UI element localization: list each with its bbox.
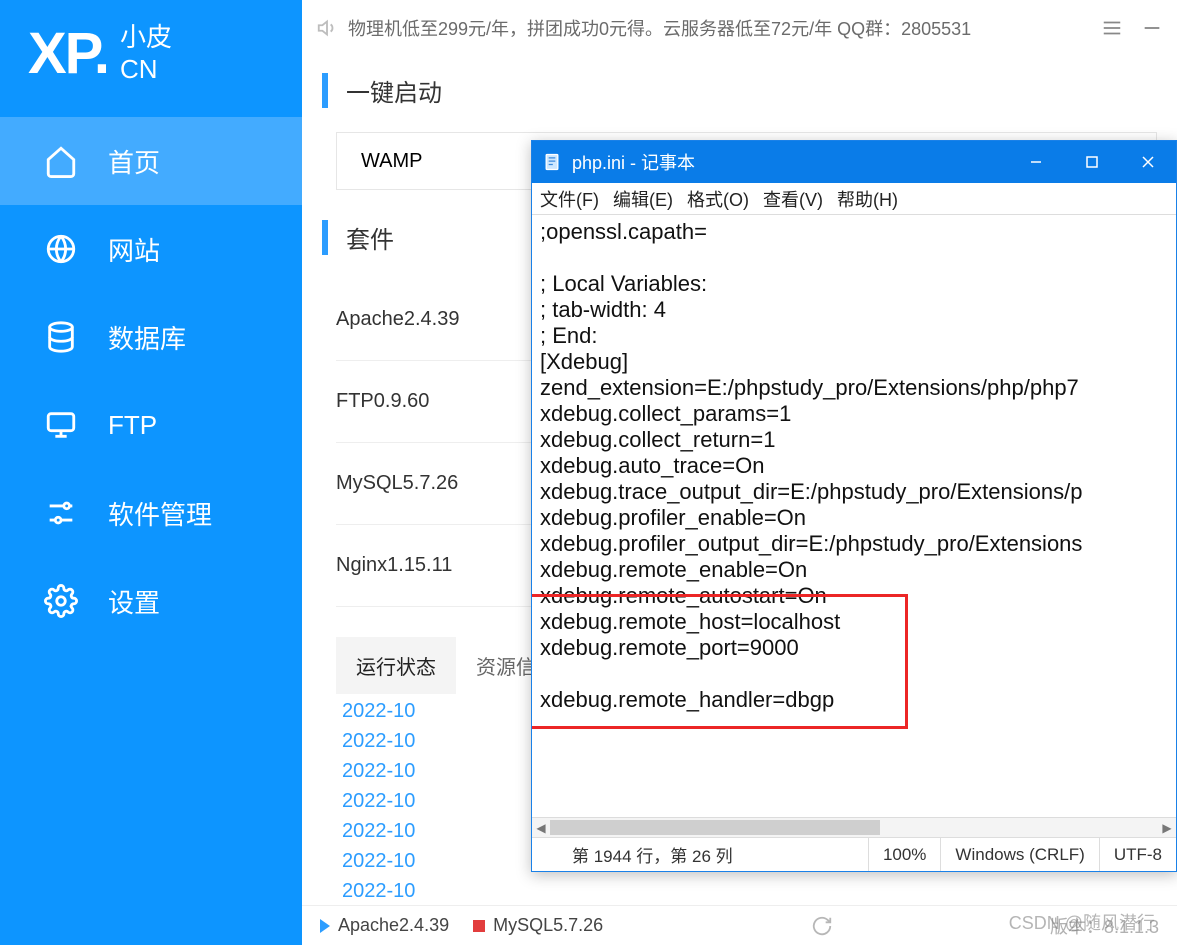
kit-label: Apache2.4.39 bbox=[336, 308, 459, 331]
gear-icon bbox=[44, 584, 78, 618]
menu-icon[interactable] bbox=[1101, 17, 1123, 39]
play-icon bbox=[320, 919, 330, 933]
scroll-right-icon[interactable]: ▶ bbox=[1158, 818, 1176, 837]
monitor-icon bbox=[44, 408, 78, 442]
nav-label: 首页 bbox=[108, 143, 160, 180]
menu-view[interactable]: 查看(V) bbox=[763, 186, 823, 212]
brand-name: XP. bbox=[28, 20, 108, 87]
wamp-label: WAMP bbox=[361, 150, 422, 173]
window-maximize-button[interactable] bbox=[1064, 141, 1120, 183]
nav-label: 设置 bbox=[108, 583, 160, 620]
service-mysql: MySQL5.7.26 bbox=[493, 915, 603, 936]
database-icon bbox=[44, 320, 78, 354]
sliders-icon bbox=[44, 496, 78, 530]
nav-label: 网站 bbox=[108, 231, 160, 268]
nav-settings[interactable]: 设置 bbox=[0, 557, 302, 645]
watermark: CSDN @随风潜行 bbox=[1009, 909, 1155, 935]
minimize-icon[interactable] bbox=[1141, 17, 1163, 39]
notepad-content: ;openssl.capath= ; Local Variables: ; ta… bbox=[540, 219, 1082, 712]
brand-logo: XP. 小皮 CN bbox=[0, 0, 302, 117]
notepad-menubar: 文件(F) 编辑(E) 格式(O) 查看(V) 帮助(H) bbox=[532, 183, 1176, 215]
announcement-text: 物理机低至299元/年，拼团成功0元得。云服务器低至72元/年 QQ群：2805… bbox=[348, 15, 971, 41]
zoom-level: 100% bbox=[868, 838, 940, 871]
window-close-button[interactable] bbox=[1120, 141, 1176, 183]
home-icon bbox=[44, 144, 78, 178]
kit-label: FTP0.9.60 bbox=[336, 390, 429, 413]
cursor-position: 第 1944 行，第 26 列 bbox=[532, 838, 868, 871]
service-apache: Apache2.4.39 bbox=[338, 915, 449, 936]
nav-site[interactable]: 网站 bbox=[0, 205, 302, 293]
globe-icon bbox=[44, 232, 78, 266]
menu-help[interactable]: 帮助(H) bbox=[837, 186, 898, 212]
tab-run-status[interactable]: 运行状态 bbox=[336, 637, 456, 694]
window-minimize-button[interactable] bbox=[1008, 141, 1064, 183]
kit-label: MySQL5.7.26 bbox=[336, 472, 458, 495]
reload-icon[interactable] bbox=[811, 915, 833, 937]
sidebar: XP. 小皮 CN 首页 网站 数据库 FTP 软件管理 设置 bbox=[0, 0, 302, 945]
notepad-statusbar: 第 1944 行，第 26 列 100% Windows (CRLF) UTF-… bbox=[532, 837, 1176, 871]
brand-sub2: CN bbox=[120, 54, 172, 85]
notepad-icon bbox=[542, 152, 562, 172]
nav-label: 数据库 bbox=[108, 319, 186, 356]
menu-file[interactable]: 文件(F) bbox=[540, 186, 599, 212]
notepad-title: php.ini - 记事本 bbox=[572, 149, 695, 175]
nav-ftp[interactable]: FTP bbox=[0, 381, 302, 469]
nav-label: 软件管理 bbox=[108, 495, 212, 532]
kit-label: Nginx1.15.11 bbox=[336, 554, 452, 577]
section-quickstart-title: 一键启动 bbox=[322, 73, 1177, 108]
brand-sub1: 小皮 bbox=[120, 22, 172, 53]
nav-home[interactable]: 首页 bbox=[0, 117, 302, 205]
announcement-bar: 物理机低至299元/年，拼团成功0元得。云服务器低至72元/年 QQ群：2805… bbox=[302, 0, 1177, 55]
menu-format[interactable]: 格式(O) bbox=[687, 186, 749, 212]
nav-label: FTP bbox=[108, 410, 157, 441]
notepad-textarea[interactable]: ;openssl.capath= ; Local Variables: ; ta… bbox=[532, 215, 1176, 817]
notepad-titlebar[interactable]: php.ini - 记事本 bbox=[532, 141, 1176, 183]
menu-edit[interactable]: 编辑(E) bbox=[613, 186, 673, 212]
encoding: UTF-8 bbox=[1099, 838, 1176, 871]
nav-database[interactable]: 数据库 bbox=[0, 293, 302, 381]
stop-icon bbox=[473, 920, 485, 932]
scroll-left-icon[interactable]: ◀ bbox=[532, 818, 550, 837]
log-line: 2022-10 bbox=[342, 876, 1171, 905]
notepad-window: php.ini - 记事本 文件(F) 编辑(E) 格式(O) 查看(V) 帮助… bbox=[531, 140, 1177, 872]
nav-software[interactable]: 软件管理 bbox=[0, 469, 302, 557]
horizontal-scrollbar[interactable]: ◀ ▶ bbox=[532, 817, 1176, 837]
speaker-icon bbox=[316, 17, 338, 39]
scrollbar-thumb[interactable] bbox=[550, 820, 880, 835]
line-ending: Windows (CRLF) bbox=[940, 838, 1098, 871]
